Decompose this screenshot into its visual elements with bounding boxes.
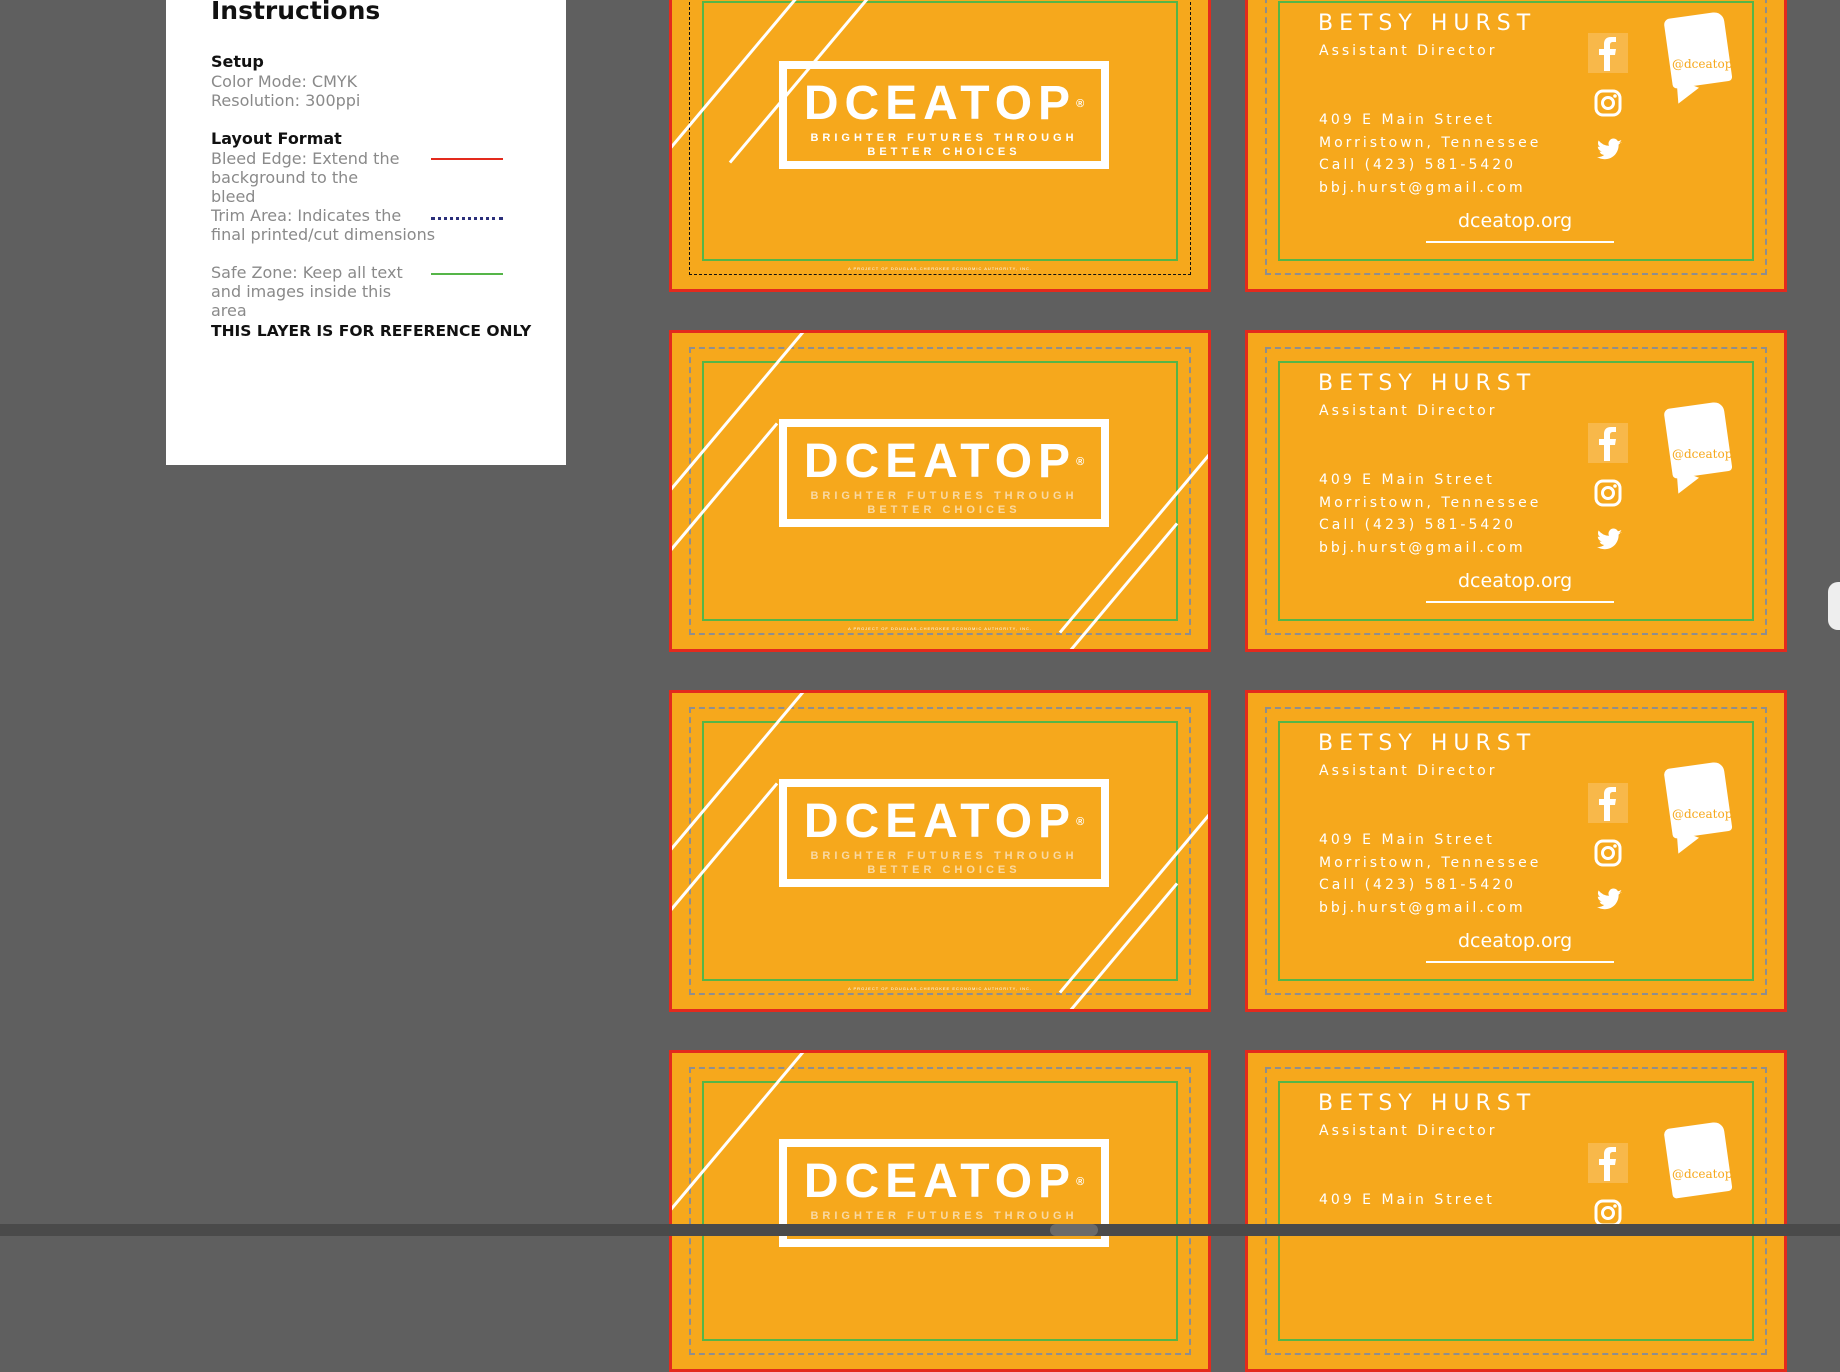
facebook-icon — [1588, 1143, 1628, 1183]
facebook-icon — [1588, 33, 1628, 73]
logo-word: DCEATOP — [803, 77, 1077, 130]
email: bbj.hurst@gmail.com — [1319, 179, 1526, 196]
contact-role: Assistant Director — [1319, 1123, 1498, 1139]
twitter-icon — [1588, 131, 1628, 171]
bleed-legend-line — [431, 158, 503, 160]
scrollbar-thumb[interactable] — [1050, 1224, 1098, 1236]
registered-mark: ® — [1076, 1176, 1085, 1188]
phone: Call (423) 581-5420 — [1319, 157, 1517, 173]
contact-name: BETSY HURST — [1318, 731, 1537, 756]
speech-bubble-icon — [1663, 1121, 1733, 1199]
layout-heading: Layout Format — [211, 129, 342, 148]
front-card[interactable]: DCEATOP® BRIGHTER FUTURES THROUGH BETTER… — [669, 0, 1211, 292]
address-line-2: Morristown, Tennessee — [1319, 494, 1542, 511]
registered-mark: ® — [1076, 816, 1085, 828]
front-card[interactable]: DCEATOP® BRIGHTER FUTURES THROUGH BETTER… — [669, 690, 1211, 1012]
instagram-icon — [1588, 833, 1628, 873]
social-handle: @dceatop — [1672, 807, 1733, 821]
tagline-1: BRIGHTER FUTURES THROUGH — [810, 1210, 1078, 1222]
registered-mark: ® — [1076, 98, 1085, 110]
contact-name: BETSY HURST — [1318, 371, 1537, 396]
contact-details: 409 E Main Street — [1319, 1189, 1495, 1212]
logo-word: DCEATOP — [803, 1155, 1077, 1208]
facebook-icon — [1588, 423, 1628, 463]
tagline-2: BETTER CHOICES — [867, 504, 1021, 516]
reference-note: THIS LAYER IS FOR REFERENCE ONLY — [211, 322, 532, 340]
contact-details: 409 E Main Street Morristown, Tennessee … — [1319, 109, 1541, 199]
facebook-icon — [1588, 783, 1628, 823]
front-card[interactable]: DCEATOP® BRIGHTER FUTURES THROUGH — [669, 1050, 1211, 1372]
address-line-2: Morristown, Tennessee — [1319, 854, 1542, 871]
fine-print: A PROJECT OF DOUGLAS-CHEROKEE ECONOMIC A… — [847, 626, 1033, 631]
back-card[interactable]: BETSY HURST Assistant Director 409 E Mai… — [1245, 690, 1787, 1012]
bleed-text: Bleed Edge: Extend the background to the… — [211, 149, 400, 206]
phone: Call (423) 581-5420 — [1319, 877, 1517, 893]
logo-word: DCEATOP — [803, 795, 1077, 848]
resolution-text: Resolution: 300ppi — [211, 91, 361, 110]
tagline-2: BETTER CHOICES — [867, 864, 1021, 876]
website: dceatop.org — [1458, 210, 1573, 232]
safe-legend-line — [431, 273, 503, 275]
address-line-1: 409 E Main Street — [1319, 832, 1495, 848]
contact-role: Assistant Director — [1319, 43, 1498, 59]
logo: DCEATOP® BRIGHTER FUTURES THROUGH BETTER… — [779, 779, 1109, 887]
speech-bubble-icon — [1663, 401, 1733, 479]
website-underline — [1426, 241, 1614, 243]
instagram-icon — [1588, 473, 1628, 513]
color-mode-text: Color Mode: CMYK — [211, 72, 358, 91]
address-line-1: 409 E Main Street — [1319, 112, 1495, 128]
speech-bubble-icon — [1663, 11, 1733, 89]
registered-mark: ® — [1076, 456, 1085, 468]
fine-print: A PROJECT OF DOUGLAS-CHEROKEE ECONOMIC A… — [847, 266, 1033, 271]
back-card[interactable]: BETSY HURST Assistant Director 409 E Mai… — [1245, 1050, 1787, 1372]
logo-word: DCEATOP — [803, 435, 1077, 488]
social-handle: @dceatop — [1672, 447, 1733, 461]
back-card[interactable]: BETSY HURST Assistant Director 409 E Mai… — [1245, 330, 1787, 652]
instructions-panel: Instructions Setup Color Mode: CMYK Reso… — [166, 0, 566, 465]
safe-text: Safe Zone: Keep all text and images insi… — [211, 263, 403, 320]
twitter-icon — [1588, 881, 1628, 921]
side-scroll-tab[interactable] — [1828, 582, 1840, 630]
phone: Call (423) 581-5420 — [1319, 517, 1517, 533]
trim-legend-line — [431, 217, 503, 220]
twitter-icon — [1588, 521, 1628, 561]
horizontal-scrollbar[interactable] — [0, 1224, 1840, 1236]
contact-details: 409 E Main Street Morristown, Tennessee … — [1319, 829, 1541, 919]
address-line-1: 409 E Main Street — [1319, 1192, 1495, 1208]
website-underline — [1426, 961, 1614, 963]
tagline-1: BRIGHTER FUTURES THROUGH — [810, 850, 1078, 862]
contact-details: 409 E Main Street Morristown, Tennessee … — [1319, 469, 1541, 559]
social-handle: @dceatop — [1672, 1167, 1733, 1181]
contact-name: BETSY HURST — [1318, 1091, 1537, 1116]
setup-heading: Setup — [211, 52, 264, 71]
tagline-1: BRIGHTER FUTURES THROUGH — [810, 490, 1078, 502]
website: dceatop.org — [1458, 930, 1573, 952]
email: bbj.hurst@gmail.com — [1319, 899, 1526, 916]
trim-text: Trim Area: Indicates the final printed/c… — [211, 206, 436, 244]
contact-role: Assistant Director — [1319, 403, 1498, 419]
logo: DCEATOP® BRIGHTER FUTURES THROUGH BETTER… — [779, 61, 1109, 169]
back-card[interactable]: BETSY HURST Assistant Director 409 E Mai… — [1245, 0, 1787, 292]
email: bbj.hurst@gmail.com — [1319, 539, 1526, 556]
address-line-1: 409 E Main Street — [1319, 472, 1495, 488]
contact-role: Assistant Director — [1319, 763, 1498, 779]
logo: DCEATOP® BRIGHTER FUTURES THROUGH BETTER… — [779, 419, 1109, 527]
instagram-icon — [1588, 83, 1628, 123]
fine-print: A PROJECT OF DOUGLAS-CHEROKEE ECONOMIC A… — [847, 986, 1033, 991]
social-handle: @dceatop — [1672, 57, 1733, 71]
tagline-1: BRIGHTER FUTURES THROUGH — [810, 132, 1078, 144]
speech-bubble-icon — [1663, 761, 1733, 839]
website-underline — [1426, 601, 1614, 603]
tagline-2: BETTER CHOICES — [867, 146, 1021, 158]
contact-name: BETSY HURST — [1318, 11, 1537, 36]
address-line-2: Morristown, Tennessee — [1319, 134, 1542, 151]
panel-title: Instructions — [211, 0, 381, 25]
website: dceatop.org — [1458, 570, 1573, 592]
front-card[interactable]: DCEATOP® BRIGHTER FUTURES THROUGH BETTER… — [669, 330, 1211, 652]
